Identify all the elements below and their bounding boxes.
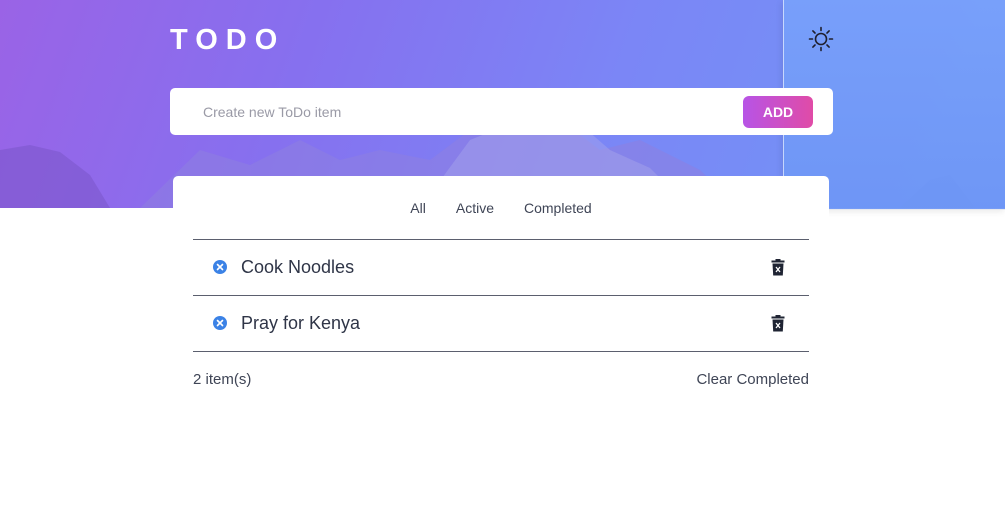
todo-list: Cook Noodles Pray for Kenya (193, 239, 809, 352)
sun-icon (808, 26, 834, 52)
x-circle-icon[interactable] (213, 316, 227, 330)
clear-completed-button[interactable]: Clear Completed (696, 371, 809, 388)
todo-app: TODO ADD All Active Completed (0, 0, 1005, 506)
item-count: 2 item(s) (193, 371, 252, 388)
app-title: TODO (170, 24, 286, 56)
filter-tabs: All Active Completed (173, 200, 829, 216)
new-item-form: ADD (170, 88, 833, 135)
trash-icon[interactable] (771, 259, 785, 276)
new-item-input[interactable] (201, 99, 725, 125)
todo-text: Pray for Kenya (241, 313, 361, 333)
x-circle-icon[interactable] (213, 260, 227, 274)
add-button[interactable]: ADD (743, 96, 813, 128)
list-footer: 2 item(s) Clear Completed (193, 371, 809, 388)
theme-toggle-button[interactable] (806, 24, 836, 54)
todo-item: Cook Noodles (193, 239, 809, 295)
todo-item: Pray for Kenya (193, 295, 809, 352)
trash-icon[interactable] (771, 315, 785, 332)
todo-card: All Active Completed Cook Noodles Pray f… (173, 176, 829, 416)
filter-active[interactable]: Active (441, 200, 509, 216)
todo-text: Cook Noodles (241, 257, 355, 277)
filter-completed[interactable]: Completed (509, 200, 607, 216)
filter-all[interactable]: All (395, 200, 441, 216)
